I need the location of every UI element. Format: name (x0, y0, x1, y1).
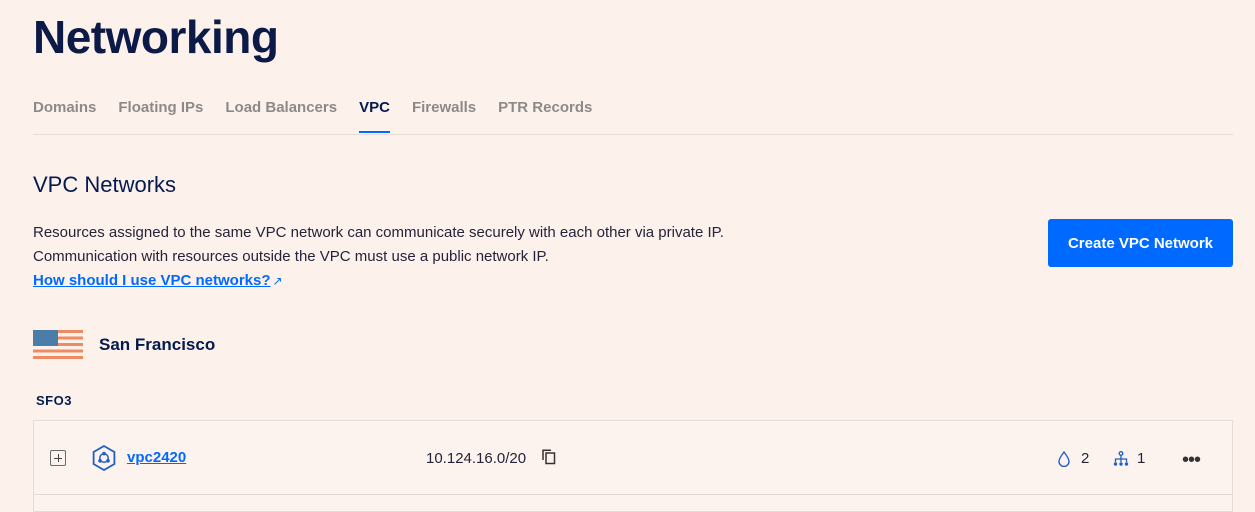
description-line-1: Resources assigned to the same VPC netwo… (33, 224, 724, 241)
load-balancer-count: 1 (1137, 450, 1146, 467)
droplet-count: 2 (1081, 450, 1090, 467)
description-line-2: Communication with resources outside the… (33, 248, 549, 265)
vpc-name-link[interactable]: vpc2420 (127, 449, 186, 466)
us-flag-icon (33, 330, 83, 359)
tab-load-balancers[interactable]: Load Balancers (225, 97, 337, 133)
region-name: San Francisco (99, 335, 216, 354)
help-link[interactable]: How should I use VPC networks? (33, 272, 271, 289)
table-row: vpc2420 10.124.16.0/20 2 1 ••• (34, 421, 1232, 495)
droplet-icon (1058, 451, 1070, 467)
expand-row-button[interactable] (50, 450, 66, 466)
create-vpc-network-button[interactable]: Create VPC Network (1048, 219, 1233, 267)
vpc-network-icon (92, 445, 116, 471)
tab-floating-ips[interactable]: Floating IPs (118, 97, 203, 133)
tab-vpc[interactable]: VPC (359, 97, 390, 133)
more-options-icon[interactable]: ••• (1182, 449, 1201, 472)
tab-firewalls[interactable]: Firewalls (412, 97, 476, 133)
vpc-table: vpc2420 10.124.16.0/20 2 1 ••• (33, 420, 1233, 512)
datacenter-label: SFO3 (36, 393, 72, 408)
page-title: Networking (33, 11, 279, 63)
tab-ptr-records[interactable]: PTR Records (498, 97, 592, 133)
load-balancer-icon (1113, 451, 1129, 466)
tab-domains[interactable]: Domains (33, 97, 96, 133)
networking-tabs: Domains Floating IPs Load Balancers VPC … (33, 97, 1233, 135)
copy-icon[interactable] (542, 449, 556, 465)
section-title: VPC Networks (33, 172, 177, 197)
vpc-ip-range: 10.124.16.0/20 (426, 450, 527, 467)
external-link-icon[interactable]: ↗ (273, 274, 283, 288)
section-description: Resources assigned to the same VPC netwo… (33, 221, 833, 293)
